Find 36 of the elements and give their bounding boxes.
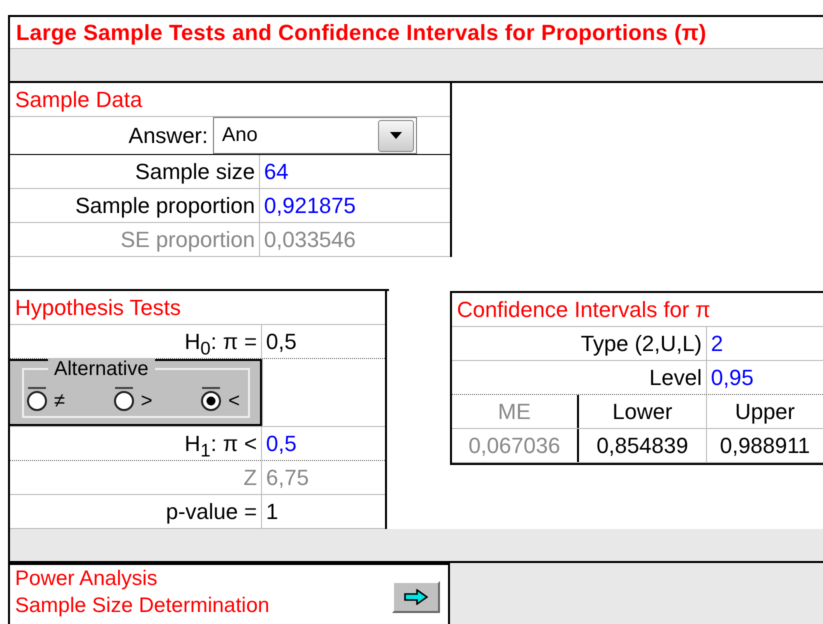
table-cell-text: 0,988911 bbox=[718, 432, 811, 460]
answer-dropdown[interactable]: Ano bbox=[213, 117, 417, 154]
column-header: ME bbox=[452, 395, 579, 428]
row-label: SE proportion bbox=[10, 223, 260, 256]
right-arrow-icon bbox=[404, 589, 428, 605]
row-label: H$_{1}$: π < bbox=[10, 427, 262, 460]
table-cell: 0,854839 bbox=[578, 429, 707, 462]
section-heading: Sample Size Determination bbox=[15, 593, 270, 619]
section-heading: Confidence Intervals for π bbox=[452, 293, 823, 327]
radio-option[interactable]: < bbox=[200, 384, 240, 413]
row-label: Sample proportion bbox=[10, 189, 260, 222]
value-cell-text: 0,5 bbox=[265, 328, 298, 356]
value-cell-text: 1 bbox=[265, 498, 280, 526]
row-label: Z bbox=[10, 461, 262, 494]
radio-option[interactable]: > bbox=[112, 384, 152, 413]
value-cell-text: 0,033546 bbox=[263, 226, 357, 254]
value-cell-text: 6,75 bbox=[265, 464, 310, 492]
column-header: Upper bbox=[734, 398, 796, 426]
row-label: p-value = bbox=[10, 495, 262, 528]
section-heading: Hypothesis Tests bbox=[10, 291, 386, 325]
radio-option[interactable]: ≠ bbox=[26, 384, 65, 413]
section-heading: Sample Data bbox=[10, 83, 450, 117]
value-cell-text: 0,5 bbox=[265, 430, 298, 458]
dropdown-arrow-icon bbox=[390, 132, 402, 139]
row-label: Sample size bbox=[10, 155, 260, 188]
table-cell: 0,067036 bbox=[452, 429, 579, 462]
value-cell-text: 0,921875 bbox=[263, 192, 357, 220]
arrow-button[interactable] bbox=[392, 581, 440, 613]
row-label: Level bbox=[452, 361, 707, 394]
row-label: Type (2,U,L) bbox=[452, 327, 707, 360]
value-cell-text: 0,95 bbox=[710, 364, 755, 392]
value-cell-text: 64 bbox=[263, 158, 290, 186]
column-header: Lower bbox=[578, 395, 707, 428]
answer-label: Answer: bbox=[128, 122, 209, 150]
value-cell-text: 2 bbox=[710, 330, 724, 358]
section-heading: Power Analysis bbox=[15, 566, 158, 592]
